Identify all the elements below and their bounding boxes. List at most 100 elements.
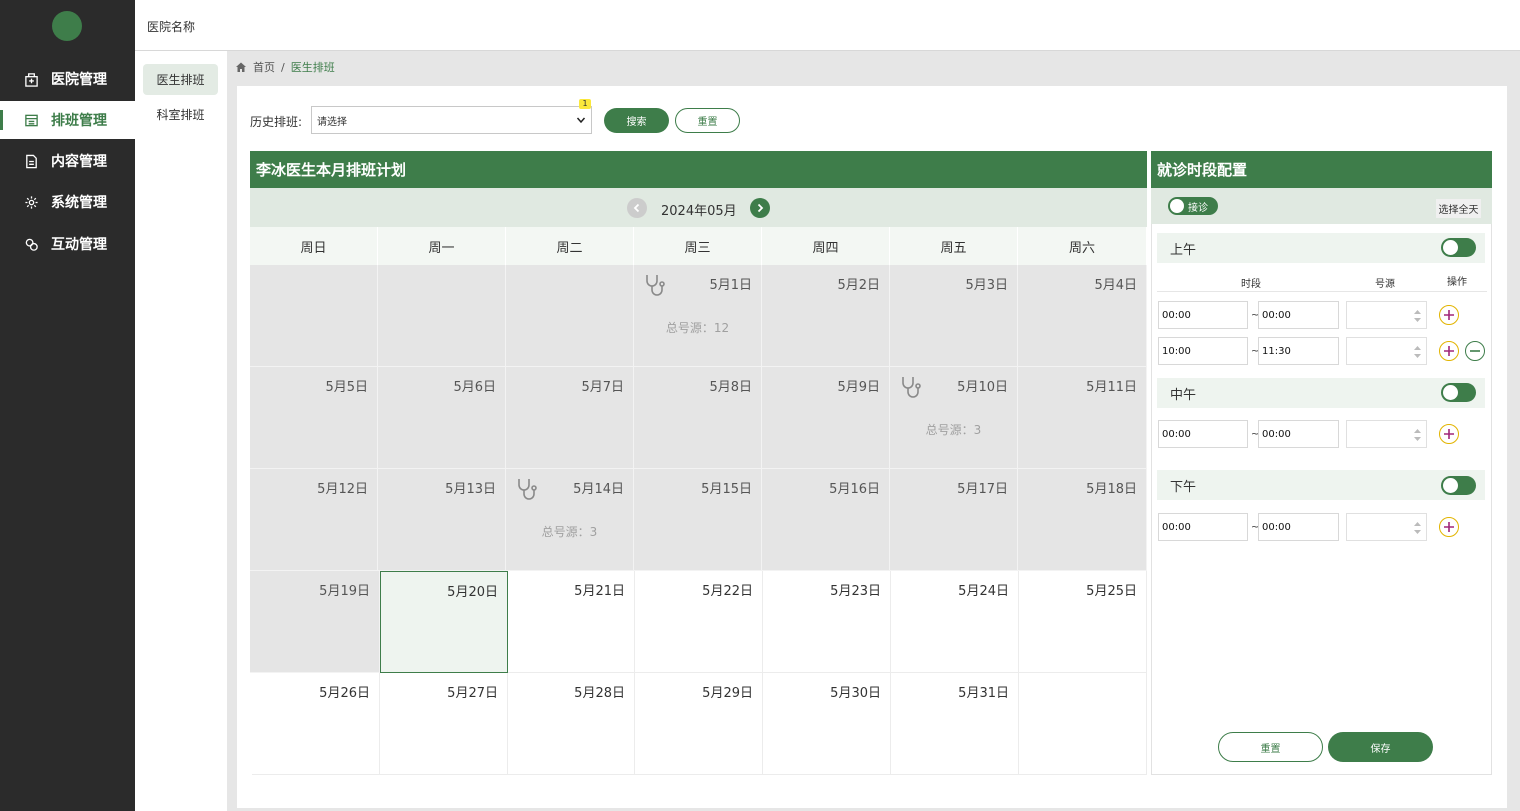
calendar-day-cell[interactable]: 5月22日	[635, 571, 763, 673]
schedule-icon	[24, 113, 39, 128]
gear-icon	[24, 195, 39, 210]
quota-stepper[interactable]	[1346, 301, 1427, 329]
calendar-day-cell-today[interactable]: 5月20日	[380, 571, 508, 673]
calendar-day-cell[interactable]: 5月5日	[250, 367, 378, 469]
add-slot-button[interactable]	[1439, 517, 1459, 537]
end-time-input[interactable]: 00:00	[1258, 301, 1339, 329]
calendar-day-cell[interactable]: 5月8日	[634, 367, 762, 469]
calendar-day-cell[interactable]: 5月1日 总号源：12	[634, 265, 762, 367]
subnav-item-doctor-schedule[interactable]: 医生排班	[143, 64, 218, 95]
day-label: 5月13日	[445, 482, 496, 497]
calendar-day-cell[interactable]: 5月11日	[1018, 367, 1147, 469]
calendar-day-cell[interactable]: 5月10日 总号源：3	[890, 367, 1018, 469]
day-label: 5月23日	[830, 584, 881, 599]
calendar-day-cell[interactable]: 5月17日	[890, 469, 1018, 571]
calendar-day-cell[interactable]: 5月28日	[508, 673, 635, 775]
end-time-input[interactable]: 00:00	[1258, 513, 1339, 541]
calendar-day-cell[interactable]: 5月30日	[763, 673, 891, 775]
day-label: 5月22日	[702, 584, 753, 599]
noon-toggle[interactable]	[1441, 383, 1476, 402]
quota-stepper[interactable]	[1346, 337, 1427, 365]
total-quota: 总号源：3	[925, 423, 982, 437]
start-time-input[interactable]: 00:00	[1158, 513, 1248, 541]
remove-slot-button[interactable]	[1465, 341, 1485, 361]
history-schedule-label: 历史排班:	[250, 115, 303, 129]
calendar-day-cell[interactable]: 5月16日	[762, 469, 890, 571]
calendar-day-cell[interactable]: 5月13日	[378, 469, 506, 571]
calendar-day-cell[interactable]: 5月25日	[1019, 571, 1147, 673]
calendar-day-cell[interactable]: 5月7日	[506, 367, 634, 469]
divider	[1157, 291, 1487, 292]
add-slot-button[interactable]	[1439, 424, 1459, 444]
history-schedule-select[interactable]: 请选择	[311, 106, 592, 134]
calendar-day-cell[interactable]: 5月14日 总号源：3	[506, 469, 634, 571]
calendar-day-cell[interactable]: 5月18日	[1018, 469, 1147, 571]
subnav-item-department-schedule[interactable]: 科室排班	[143, 99, 218, 130]
calendar-day-cell[interactable]: 5月9日	[762, 367, 890, 469]
calendar-day-cell[interactable]: 5月19日	[250, 571, 380, 673]
next-month-button[interactable]	[750, 198, 770, 218]
period-label: 上午	[1170, 242, 1197, 258]
calendar-day-cell[interactable]: 5月12日	[250, 469, 378, 571]
morning-toggle[interactable]	[1441, 238, 1476, 257]
calendar-day-cell[interactable]: 5月23日	[763, 571, 891, 673]
quota-stepper[interactable]	[1346, 513, 1427, 541]
calendar-day-cell[interactable]: 5月31日	[891, 673, 1019, 775]
calendar-day-cell[interactable]: 5月24日	[891, 571, 1019, 673]
calendar-day-cell[interactable]: 5月26日	[252, 673, 380, 775]
notification-badge: 1	[579, 99, 591, 109]
nav-label: 排班管理	[51, 113, 107, 129]
nav-item-interaction[interactable]: 互动管理	[0, 225, 135, 263]
period-noon: 中午	[1157, 378, 1485, 408]
receive-toggle[interactable]: 接诊	[1168, 197, 1218, 215]
nav-item-hospital[interactable]: 医院管理	[0, 60, 135, 98]
add-slot-button[interactable]	[1439, 341, 1459, 361]
day-label: 5月1日	[709, 278, 752, 293]
end-time-input[interactable]: 00:00	[1258, 420, 1339, 448]
select-all-day-button[interactable]: 选择全天	[1436, 199, 1481, 218]
calendar-day-cell[interactable]: 5月6日	[378, 367, 506, 469]
start-time-input[interactable]: 10:00	[1158, 337, 1248, 365]
period-label: 中午	[1170, 387, 1197, 403]
nav-item-content[interactable]: 内容管理	[0, 142, 135, 180]
nav-item-schedule[interactable]: 排班管理	[0, 101, 135, 139]
document-icon	[24, 154, 39, 169]
calendar-day-cell[interactable]: 5月29日	[635, 673, 763, 775]
start-time-input[interactable]: 00:00	[1158, 420, 1248, 448]
chevron-right-icon	[757, 203, 764, 213]
weekday-header: 周五	[890, 227, 1018, 265]
calendar-day-cell[interactable]: 5月15日	[634, 469, 762, 571]
day-label: 5月29日	[702, 686, 753, 701]
quota-stepper[interactable]	[1346, 420, 1427, 448]
toggle-knob	[1170, 199, 1184, 213]
calendar-day-cell[interactable]: 5月27日	[380, 673, 508, 775]
day-label: 5月19日	[319, 584, 370, 599]
calendar-day-cell[interactable]: 5月4日	[1018, 265, 1147, 367]
start-time-input[interactable]: 00:00	[1158, 301, 1248, 329]
weekday-header: 周二	[506, 227, 634, 265]
nav-item-system[interactable]: 系统管理	[0, 183, 135, 221]
afternoon-toggle[interactable]	[1441, 476, 1476, 495]
breadcrumb-current: 医生排班	[290, 61, 335, 74]
breadcrumb-home[interactable]: 首页	[253, 59, 275, 75]
day-label: 5月3日	[965, 278, 1008, 293]
save-button[interactable]: 保存	[1328, 732, 1433, 762]
nav-label: 医院管理	[51, 72, 107, 88]
day-label: 5月5日	[325, 380, 368, 395]
calendar-cell-empty	[506, 265, 634, 367]
day-label: 5月16日	[829, 482, 880, 497]
prev-month-button[interactable]	[627, 198, 647, 218]
calendar-cell-empty	[250, 265, 378, 367]
day-label: 5月26日	[319, 686, 370, 701]
calendar-day-cell[interactable]: 5月3日	[890, 265, 1018, 367]
reset-button[interactable]: 重置	[675, 108, 740, 133]
day-label: 5月18日	[1086, 482, 1137, 497]
column-header-action: 操作	[1447, 277, 1467, 288]
day-label: 5月31日	[958, 686, 1009, 701]
calendar-day-cell[interactable]: 5月21日	[508, 571, 635, 673]
end-time-input[interactable]: 11:30	[1258, 337, 1339, 365]
config-reset-button[interactable]: 重置	[1218, 732, 1323, 762]
add-slot-button[interactable]	[1439, 305, 1459, 325]
search-button[interactable]: 搜索	[604, 108, 669, 133]
calendar-day-cell[interactable]: 5月2日	[762, 265, 890, 367]
